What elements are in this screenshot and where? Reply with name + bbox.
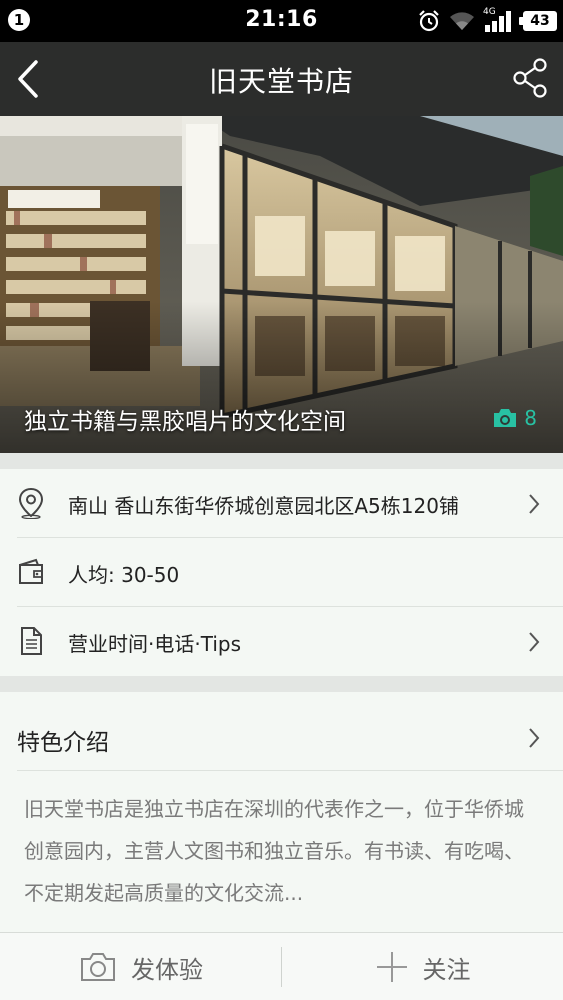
section-spacer xyxy=(0,453,563,469)
follow-button[interactable]: 关注 xyxy=(282,933,563,1000)
cellular-signal-icon: 4G xyxy=(483,7,515,32)
status-bar: 1 21:16 4G 43 xyxy=(0,0,563,42)
page-title: 旧天堂书店 xyxy=(208,65,354,98)
store-info-list: 南山 香山东街华侨城创意园北区A5栋120铺 人均: 30-50 营业时间·电话… xyxy=(0,469,563,676)
store-tagline: 独立书籍与黑胶唱片的文化空间 xyxy=(24,409,346,435)
camera-icon xyxy=(494,409,517,427)
app-header: 旧天堂书店 xyxy=(0,42,563,116)
post-experience-label: 发体验 xyxy=(131,955,203,984)
store-photo[interactable]: 独立书籍与黑胶唱片的文化空间 8 xyxy=(0,116,563,453)
photo-count[interactable]: 8 xyxy=(492,406,537,430)
post-experience-button[interactable]: 发体验 xyxy=(0,933,282,1000)
price-row: 人均: 30-50 xyxy=(0,538,563,607)
camera-outline-icon xyxy=(81,953,115,981)
wallet-icon xyxy=(19,558,43,584)
alarm-icon xyxy=(419,10,439,32)
hours-text: 营业时间·电话·Tips xyxy=(68,632,241,656)
feature-header[interactable]: 特色介绍 xyxy=(0,692,563,771)
price-text: 人均: 30-50 xyxy=(68,563,180,587)
bottom-action-bar: 发体验 关注 xyxy=(0,932,563,1000)
chevron-right-icon xyxy=(529,728,540,748)
feature-section: 特色介绍 旧天堂书店是独立书店在深圳的代表作之一，位于华侨城创意园内，主营人文图… xyxy=(0,692,563,932)
battery-indicator: 43 xyxy=(519,11,557,31)
divider xyxy=(17,770,563,771)
chevron-right-icon xyxy=(529,632,540,652)
follow-label: 关注 xyxy=(422,955,471,984)
hours-row[interactable]: 营业时间·电话·Tips xyxy=(0,607,563,676)
plus-icon xyxy=(376,952,407,982)
address-row[interactable]: 南山 香山东街华侨城创意园北区A5栋120铺 xyxy=(0,469,563,538)
feature-description: 旧天堂书店是独立书店在深圳的代表作之一，位于华侨城创意园内，主营人文图书和独立音… xyxy=(24,797,524,905)
address-text: 南山 香山东街华侨城创意园北区A5栋120铺 xyxy=(68,494,459,518)
feature-title: 特色介绍 xyxy=(17,730,109,756)
document-icon xyxy=(21,627,42,655)
photo-count-value: 8 xyxy=(524,406,537,430)
wifi-icon xyxy=(450,12,474,30)
share-icon[interactable] xyxy=(511,56,551,100)
section-spacer xyxy=(0,676,563,692)
status-icons: 4G 43 xyxy=(417,7,557,34)
location-pin-icon xyxy=(18,487,44,519)
chevron-right-icon xyxy=(529,494,540,514)
